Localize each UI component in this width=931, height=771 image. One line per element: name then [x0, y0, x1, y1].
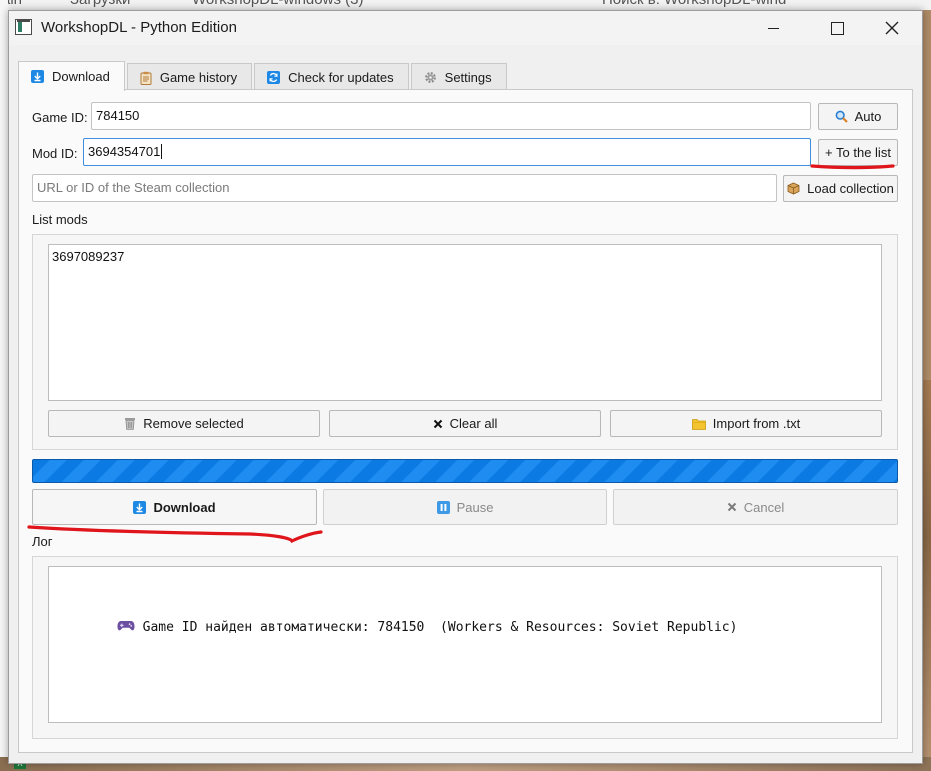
background-window-strip: ain Загрузки WorkshopDL-windows (3) Поис…	[0, 0, 931, 10]
mod-id-label: Mod ID:	[32, 146, 78, 161]
clear-all-label: Clear all	[449, 416, 498, 431]
remove-selected-button[interactable]: Remove selected	[48, 410, 320, 437]
background-breadcrumb: Загрузки	[70, 0, 130, 8]
load-collection-button[interactable]: Load collection	[783, 175, 898, 202]
auto-button-label: Auto	[854, 109, 882, 124]
log-label: Лог	[32, 534, 53, 549]
collection-url-input[interactable]: URL or ID of the Steam collection	[32, 174, 777, 202]
add-to-list-button-label: + To the list	[825, 145, 891, 160]
refresh-icon	[267, 71, 281, 84]
clipboard-icon	[140, 71, 152, 85]
load-collection-button-label: Load collection	[807, 181, 894, 196]
add-to-list-button[interactable]: + To the list	[818, 139, 898, 166]
download-progress-bar	[32, 459, 898, 483]
log-entry-text: Game ID найден автоматически: 784150 (Wo…	[142, 620, 738, 635]
tab-check-for-updates[interactable]: Check for updates	[254, 63, 409, 91]
background-left-strip	[0, 0, 8, 771]
maximize-button[interactable]	[814, 11, 860, 45]
tab-download[interactable]: Download	[18, 61, 125, 91]
gamepad-icon	[54, 604, 135, 651]
background-search: Поиск в: WorkshopDL-wind	[602, 0, 786, 8]
pause-button-label: Pause	[456, 499, 494, 515]
game-id-label: Game ID:	[32, 110, 88, 125]
pause-icon	[436, 500, 450, 514]
text-cursor	[161, 144, 163, 159]
tab-label: Settings	[444, 70, 492, 85]
minimize-button[interactable]	[750, 11, 796, 45]
tab-label: Game history	[159, 70, 238, 85]
log-entry: Game ID найден автоматически: 784150 (Wo…	[54, 604, 876, 651]
title-bar[interactable]: WorkshopDL - Python Edition	[9, 11, 922, 45]
list-mods-label: List mods	[32, 212, 88, 227]
folder-icon	[691, 418, 706, 430]
package-icon	[787, 182, 800, 195]
tab-game-history[interactable]: Game history	[126, 63, 253, 91]
cross-icon	[433, 419, 443, 429]
list-item[interactable]: 3697089237	[49, 245, 881, 268]
download-button[interactable]: Download	[32, 489, 317, 525]
search-icon	[835, 110, 848, 123]
mod-id-value: 3694354701	[88, 144, 161, 159]
download-icon	[133, 500, 147, 514]
download-button-label: Download	[153, 499, 216, 515]
mod-id-input[interactable]: 3694354701	[83, 138, 811, 166]
tab-label: Download	[52, 69, 110, 84]
cancel-button[interactable]: Cancel	[613, 489, 898, 525]
remove-selected-label: Remove selected	[143, 416, 244, 431]
clear-all-button[interactable]: Clear all	[329, 410, 601, 437]
window-title: WorkshopDL - Python Edition	[41, 19, 237, 36]
cancel-button-label: Cancel	[743, 499, 785, 515]
import-txt-label: Import from .txt	[712, 416, 801, 431]
close-icon	[885, 21, 899, 35]
pause-button[interactable]: Pause	[323, 489, 607, 525]
import-txt-button[interactable]: Import from .txt	[610, 410, 882, 437]
auto-button[interactable]: Auto	[818, 103, 898, 130]
tab-bar: Download Game history Check for updates …	[18, 61, 509, 91]
tab-label: Check for updates	[288, 70, 394, 85]
cross-icon	[727, 502, 737, 512]
download-icon	[31, 70, 44, 83]
game-id-input[interactable]: 784150	[91, 102, 811, 130]
gear-icon	[424, 71, 437, 84]
tab-settings[interactable]: Settings	[410, 63, 507, 91]
log-view[interactable]: Game ID найден автоматически: 784150 (Wo…	[48, 566, 882, 723]
trash-icon	[124, 417, 136, 430]
app-icon	[15, 19, 32, 35]
mods-list[interactable]: 3697089237	[48, 244, 882, 401]
background-breadcrumb: WorkshopDL-windows (3)	[192, 0, 363, 8]
close-button[interactable]	[869, 11, 915, 45]
